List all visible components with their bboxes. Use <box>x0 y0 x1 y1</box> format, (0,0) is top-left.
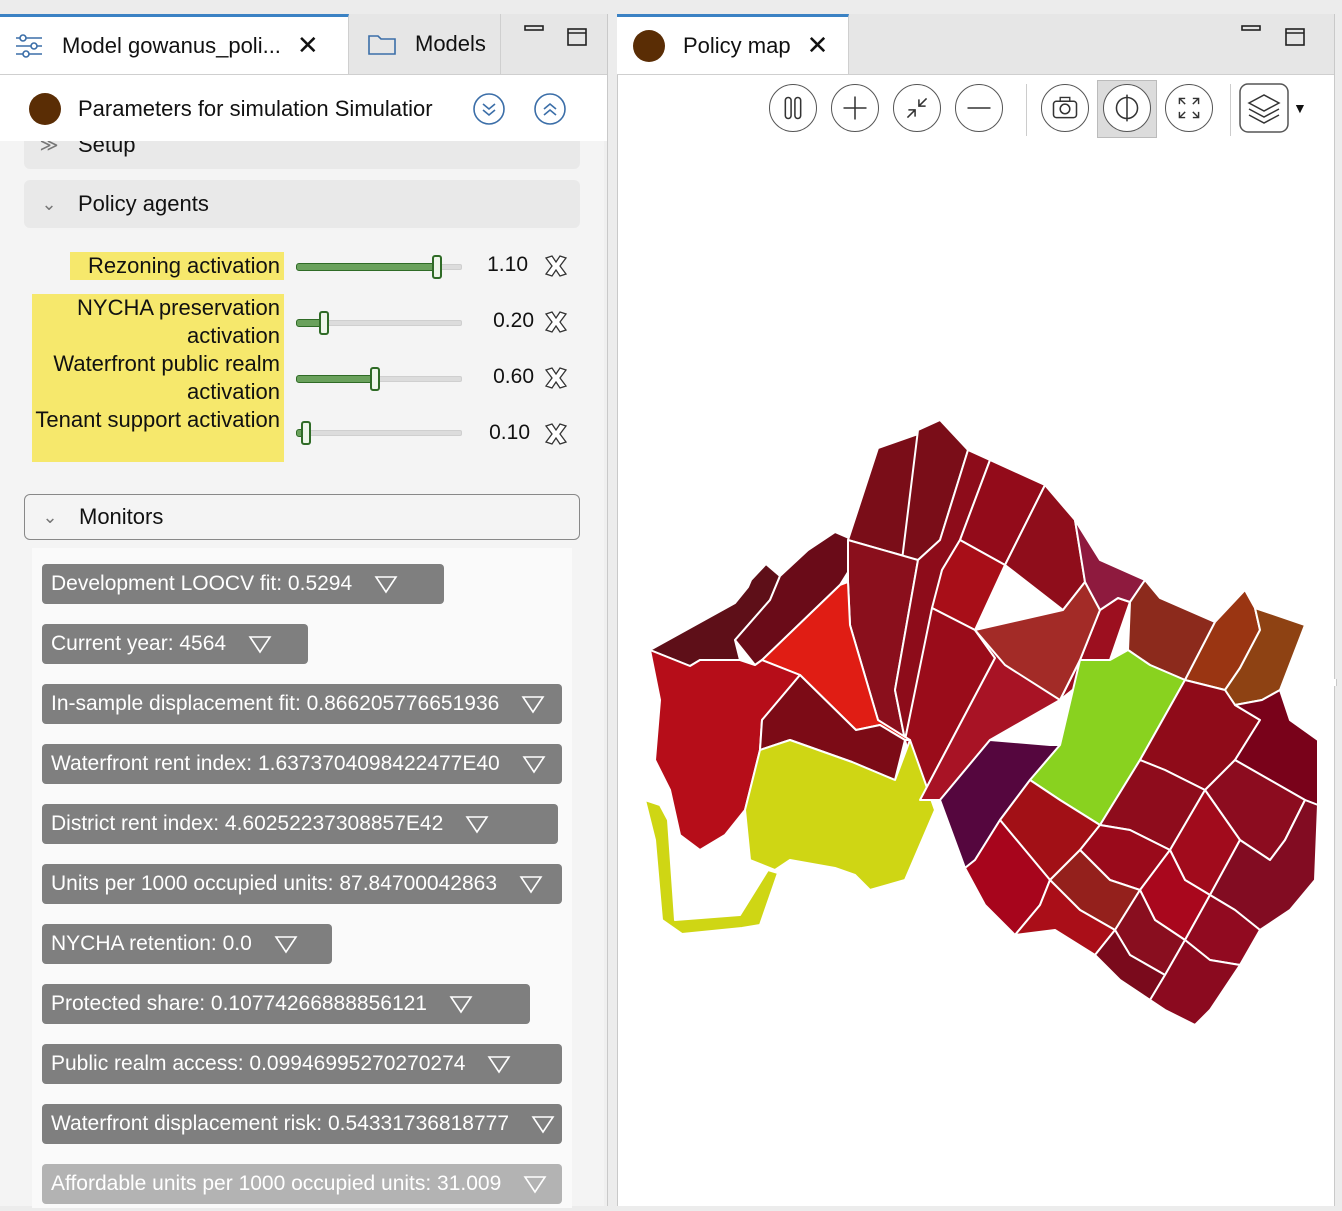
slider-thumb[interactable] <box>432 255 443 279</box>
simulation-color-dot <box>29 93 61 125</box>
dropdown-triangle-icon[interactable] <box>465 814 489 834</box>
collapse-all-icon[interactable] <box>533 92 567 126</box>
monitor-label: NYCHA retention: 0.0 <box>51 932 252 955</box>
monitor-item[interactable]: Affordable units per 1000 occupied units… <box>42 1164 562 1204</box>
chevron-down-icon[interactable]: ▼ <box>1293 100 1307 116</box>
right-tab-bar: Policy map ✕ <box>617 14 1335 75</box>
policy-map <box>644 419 1319 1026</box>
toolbar-divider <box>1026 84 1027 136</box>
layers-icon[interactable] <box>1239 83 1289 133</box>
chevron-down-icon: ≫ <box>39 141 59 155</box>
param-nycha-label: NYCHA preservation activation <box>32 294 284 350</box>
dropdown-triangle-icon[interactable] <box>487 1054 511 1074</box>
dropdown-triangle-icon[interactable] <box>248 634 272 654</box>
monitor-label: Affordable units per 1000 occupied units… <box>51 1172 502 1195</box>
section-monitors-label: Monitors <box>79 504 164 529</box>
monitor-label: Waterfront displacement risk: 0.54331736… <box>51 1112 510 1135</box>
tab-policy-map-label: Policy map <box>683 32 791 58</box>
maximize-icon[interactable] <box>1285 28 1305 46</box>
left-tab-bar: Model gowanus_poli... ✕ Models <box>0 14 607 75</box>
fullscreen-icon[interactable] <box>1165 84 1213 132</box>
expand-all-icon[interactable] <box>472 92 506 126</box>
param-tenant-label: Tenant support activation <box>32 406 284 462</box>
map-canvas[interactable] <box>620 140 1334 1206</box>
param-tenant-value: 0.10 <box>489 421 530 444</box>
monitor-item[interactable]: Current year: 4564 <box>42 624 308 664</box>
dropdown-triangle-icon[interactable] <box>374 574 398 594</box>
monitor-item[interactable]: Public realm access: 0.09946995270270274 <box>42 1044 562 1084</box>
monitor-item[interactable]: NYCHA retention: 0.0 <box>42 924 332 964</box>
monitor-label: Waterfront rent index: 1.637370409842247… <box>51 752 500 775</box>
param-waterfront-value: 0.60 <box>493 365 534 388</box>
contrast-icon[interactable] <box>1103 84 1151 132</box>
monitor-label: Development LOOCV fit: 0.5294 <box>51 572 353 595</box>
reset-icon[interactable] <box>542 420 570 448</box>
tab-model[interactable]: Model gowanus_poli... ✕ <box>0 14 349 74</box>
section-policy-agents-label: Policy agents <box>78 191 209 216</box>
chevron-down-icon: ⌄ <box>41 193 57 214</box>
parameters-header: Parameters for simulation Simulatior <box>0 75 607 141</box>
dropdown-triangle-icon[interactable] <box>521 694 545 714</box>
slider-fill <box>296 263 440 271</box>
section-setup-label: Setup <box>78 141 136 157</box>
tab-model-label: Model gowanus_poli... <box>62 32 281 58</box>
zoom-in-icon[interactable] <box>831 84 879 132</box>
dropdown-triangle-icon[interactable] <box>523 1174 547 1194</box>
minimize-icon[interactable] <box>1241 24 1261 42</box>
slider-thumb[interactable] <box>369 367 380 391</box>
monitor-label: Current year: 4564 <box>51 632 227 655</box>
toolbar-divider <box>1230 84 1231 136</box>
minimize-icon[interactable] <box>524 24 544 42</box>
monitor-item[interactable]: Units per 1000 occupied units: 87.847000… <box>42 864 562 904</box>
pause-icon[interactable] <box>769 84 817 132</box>
slider-thumb[interactable] <box>300 421 311 445</box>
close-icon[interactable]: ✕ <box>807 30 829 61</box>
monitor-item[interactable]: Protected share: 0.10774266888856121 <box>42 984 530 1024</box>
side-gutter <box>1334 686 1342 1206</box>
reset-icon[interactable] <box>542 252 570 280</box>
param-nycha-value: 0.20 <box>493 309 534 332</box>
dropdown-triangle-icon[interactable] <box>519 874 543 894</box>
tab-models-label: Models <box>415 31 486 56</box>
dropdown-triangle-icon[interactable] <box>531 1114 555 1134</box>
monitor-item[interactable]: Waterfront displacement risk: 0.54331736… <box>42 1104 562 1144</box>
section-policy-agents[interactable]: ⌄ Policy agents <box>24 180 580 228</box>
monitor-item[interactable]: Development LOOCV fit: 0.5294 <box>42 564 444 604</box>
monitor-item[interactable]: District rent index: 4.60252237308857E42 <box>42 804 558 844</box>
section-monitors[interactable]: ⌄ Monitors <box>24 494 580 540</box>
param-waterfront-label: Waterfront public realm activation <box>32 350 284 406</box>
chevron-down-icon: ⌄ <box>42 506 58 527</box>
monitor-label: In-sample displacement fit: 0.8662057766… <box>51 692 500 715</box>
tab-models[interactable]: Models <box>349 14 501 74</box>
param-rezoning-value: 1.10 <box>487 253 528 276</box>
monitor-item[interactable]: In-sample displacement fit: 0.8662057766… <box>42 684 562 724</box>
monitor-label: Public realm access: 0.09946995270270274 <box>51 1052 466 1075</box>
section-setup[interactable]: ≫ Setup <box>24 141 580 169</box>
folder-icon <box>368 35 396 55</box>
reset-icon[interactable] <box>542 364 570 392</box>
zoom-out-icon[interactable] <box>955 84 1003 132</box>
tab-policy-map[interactable]: Policy map ✕ <box>617 14 849 74</box>
camera-icon[interactable] <box>1041 84 1089 132</box>
dropdown-triangle-icon[interactable] <box>274 934 298 954</box>
side-gutter <box>1334 14 1342 679</box>
param-rezoning-label: Rezoning activation <box>70 252 284 280</box>
monitor-label: Protected share: 0.10774266888856121 <box>51 992 427 1015</box>
map-district <box>744 739 936 891</box>
zoom-fit-icon[interactable] <box>893 84 941 132</box>
monitor-label: District rent index: 4.60252237308857E42 <box>51 812 444 835</box>
monitor-label: Units per 1000 occupied units: 87.847000… <box>51 872 498 895</box>
monitor-item[interactable]: Waterfront rent index: 1.637370409842247… <box>42 744 562 784</box>
parameters-title: Parameters for simulation Simulatior <box>78 96 433 121</box>
reset-icon[interactable] <box>542 308 570 336</box>
sliders-icon <box>16 33 42 58</box>
slider-thumb[interactable] <box>318 311 329 335</box>
slider-fill <box>296 375 377 383</box>
close-icon[interactable]: ✕ <box>297 30 319 61</box>
simulation-color-dot <box>633 29 665 62</box>
maximize-icon[interactable] <box>567 28 587 46</box>
slider-track[interactable] <box>296 430 462 436</box>
dropdown-triangle-icon[interactable] <box>449 994 473 1014</box>
dropdown-triangle-icon[interactable] <box>522 754 546 774</box>
